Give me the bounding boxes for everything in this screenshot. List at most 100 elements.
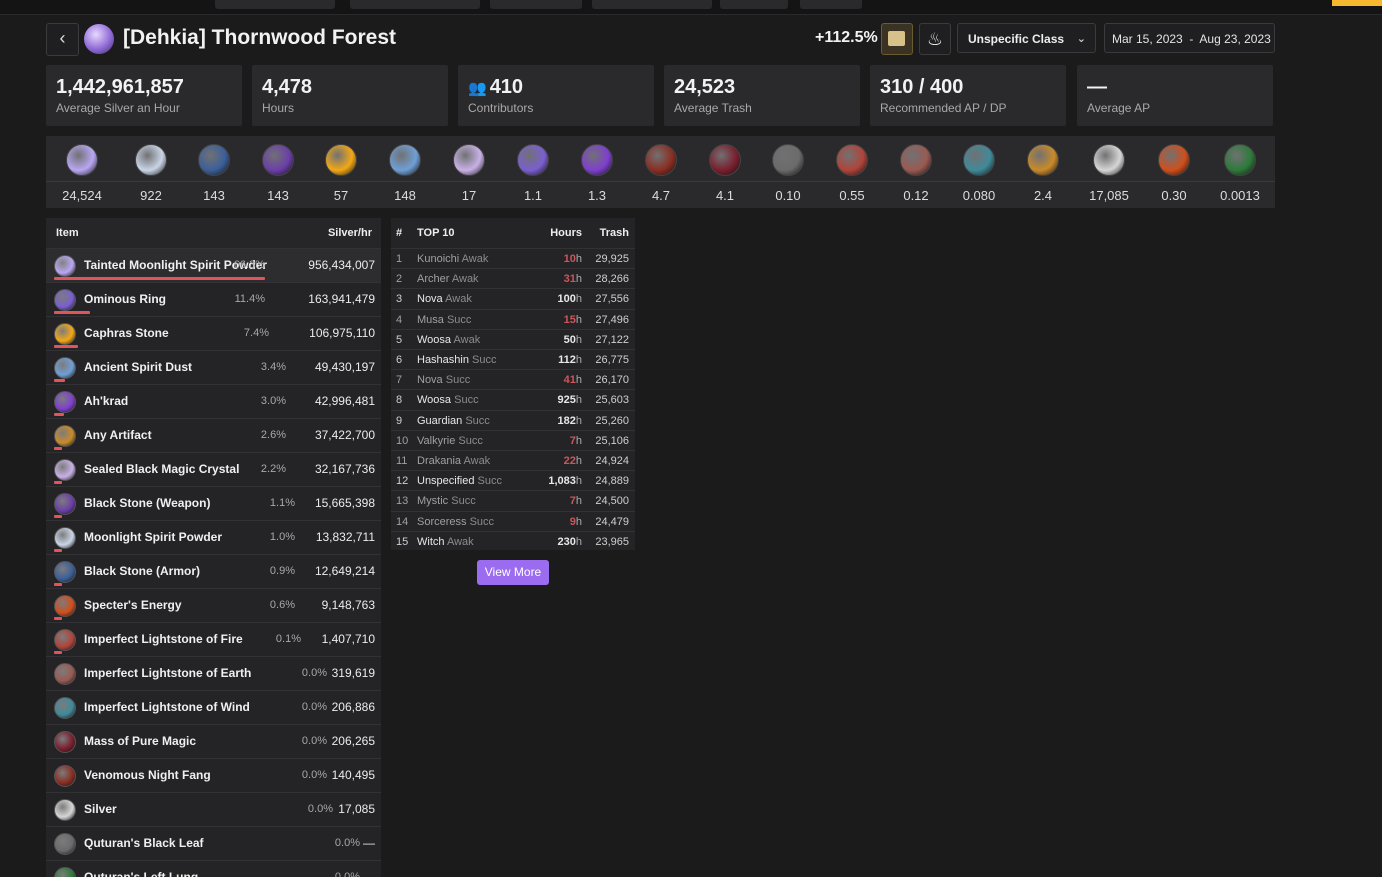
drop-cell[interactable]: 0.0013 [1208,136,1272,208]
drop-value: 0.0013 [1220,188,1260,203]
scroll-buff-icon[interactable] [881,23,913,55]
item-row[interactable]: Any Artifact 2.6% 37,422,700 [46,418,381,452]
top-tab[interactable] [215,0,335,9]
drop-cell[interactable]: 24,524 [50,136,114,208]
item-row[interactable]: Mass of Pure Magic 0.0% 206,265 [46,724,381,758]
top10-row[interactable]: 1 Kunoichi Awak 10h 29,925 [391,248,635,268]
item-row[interactable]: Black Stone (Weapon) 1.1% 15,665,398 [46,486,381,520]
top10-rank: 15 [396,535,409,548]
drop-value: 0.30 [1161,188,1187,203]
item-row[interactable]: Ah'krad 3.0% 42,996,481 [46,384,381,418]
top-tab[interactable] [350,0,480,9]
top10-row[interactable]: 8 Woosa Succ 925h 25,603 [391,389,635,409]
drop-value: 1.1 [523,188,543,203]
top10-row[interactable]: 9 Guardian Succ 182h 25,260 [391,409,635,430]
top10-hours-value: 15 [563,313,576,326]
item-share-bar [54,549,62,552]
item-row[interactable]: Moonlight Spirit Powder 1.0% 13,832,711 [46,520,381,554]
top10-class-name: Kunoichi [417,253,460,265]
col-hours-header[interactable]: Hours [550,227,582,239]
top10-class-name: Valkyrie [417,434,456,447]
top10-spec: Awak [451,273,479,286]
item-row[interactable]: Venomous Night Fang 0.0% 140,495 [46,758,381,792]
item-row[interactable]: Silver 0.0% 17,085 [46,792,381,826]
item-percent: 0.1% [275,633,301,645]
top10-trash: 25,106 [595,434,629,447]
item-row[interactable]: Imperfect Lightstone of Fire 0.1% 1,407,71… [46,622,381,656]
zone-icon [84,24,114,54]
top10-class: Musa Succ [417,314,471,326]
drop-cell[interactable]: 2.4 [1011,136,1075,208]
drop-cell[interactable]: 0.080 [947,136,1011,208]
date-range-picker[interactable]: Mar 15, 2023 - Aug 23, 2023 [1104,23,1275,53]
item-row[interactable]: Ancient Spirit Dust 3.4% 49,430,197 [46,350,381,384]
top10-row[interactable]: 2 Archer Awak 31h 28,266 [391,268,635,288]
top10-spec: Succ [465,414,490,427]
top-tab[interactable] [800,0,862,9]
top10-row[interactable]: 5 Woosa Awak 50h 27,122 [391,328,635,349]
top10-spec: Succ [477,475,503,488]
item-row[interactable]: Black Stone (Armor) 0.9% 12,649,214 [46,554,381,588]
item-row[interactable]: Imperfect Lightstone of Wind 0.0% 206,886 [46,690,381,724]
item-percent: 0.0% [334,871,360,877]
top10-spec: Awak [446,535,474,548]
drop-cell[interactable]: 57 [309,136,373,208]
item-row[interactable]: Caphras Stone 7.4% 106,975,110 [46,316,381,350]
top10-row[interactable]: 6 Hashashin Succ 112h 26,775 [391,349,635,369]
top10-hours-value: 100 [557,293,576,306]
drop-cell[interactable]: 4.1 [693,136,757,208]
item-row[interactable]: Quturan's Left Lung 0.0% [46,860,381,877]
item-row[interactable]: Ominous Ring 11.4% 163,941,479 [46,282,381,316]
drop-cell[interactable]: 4.7 [629,136,693,208]
top10-row[interactable]: 13 Mystic Succ 7h 24,500 [391,490,635,510]
top10-spec: Awak [461,253,489,265]
drop-value: 24,524 [62,188,102,203]
top10-class-name: Hashashin [417,354,469,366]
item-name: Specter's Energy [84,598,182,612]
col-trash-header[interactable]: Trash [600,227,629,239]
top10-row[interactable]: 7 Nova Succ 41h 26,170 [391,369,635,389]
drop-cell[interactable]: 0.55 [820,136,884,208]
top-tab[interactable] [720,0,788,9]
top10-row[interactable]: 10 Valkyrie Succ 7h 25,106 [391,429,635,450]
item-percent: 7.4% [243,327,269,339]
top-tab[interactable] [490,0,582,9]
drop-cell[interactable]: 0.12 [884,136,948,208]
drop-cell[interactable]: 17 [437,136,501,208]
top-accent-button[interactable] [1332,0,1382,6]
item-silver: 32,167,736 [314,462,375,476]
drop-cell[interactable]: 148 [373,136,437,208]
top10-spec: Awak [453,333,481,346]
item-name: Silver [84,802,117,816]
top10-hours-value: 31 [563,273,576,286]
drop-cell[interactable]: 0.30 [1142,136,1206,208]
drop-cell[interactable]: 17,085 [1077,136,1141,208]
top10-row[interactable]: 15 Witch Awak 230h 23,965 [391,530,635,551]
top10-row[interactable]: 12 Unspecified Succ 1,083h 24,889 [391,470,635,490]
top10-row[interactable]: 3 Nova Awak 100h 27,556 [391,288,635,308]
item-row[interactable]: Quturan's Black Leaf 0.0% — [46,826,381,860]
drop-cell[interactable]: 0.10 [756,136,820,208]
item-row[interactable]: Imperfect Lightstone of Earth 0.0% 319,619 [46,656,381,690]
class-select[interactable]: Unspecific Class ⌄ [957,23,1096,53]
top10-row[interactable]: 11 Drakania Awak 22h 24,924 [391,450,635,470]
top10-rank: 4 [396,313,403,326]
flame-buff-icon[interactable] [919,23,951,55]
col-silver-header[interactable]: Silver/hr [328,227,372,239]
back-button[interactable]: ‹ [46,23,79,56]
drop-cell[interactable]: 1.1 [501,136,565,208]
top10-row[interactable]: 4 Musa Succ 15h 27,496 [391,308,635,329]
item-row[interactable]: Tainted Moonlight Spirit Powder 66.3% 956,… [46,248,381,282]
drop-cell[interactable]: 143 [182,136,246,208]
top10-row[interactable]: 14 Sorceress Succ 9h 24,479 [391,510,635,531]
top10-spec: Succ [458,434,483,447]
item-name: Sealed Black Magic Crystal [84,462,240,476]
drop-cell[interactable]: 922 [119,136,183,208]
item-row[interactable]: Specter's Energy 0.6% 9,148,763 [46,588,381,622]
view-more-button[interactable]: View More [477,560,549,585]
drop-cell[interactable]: 1.3 [565,136,629,208]
drop-cell[interactable]: 143 [246,136,310,208]
top-tab[interactable] [592,0,712,9]
item-row[interactable]: Sealed Black Magic Crystal 2.2% 32,167,736 [46,452,381,486]
item-name: Any Artifact [84,428,152,442]
